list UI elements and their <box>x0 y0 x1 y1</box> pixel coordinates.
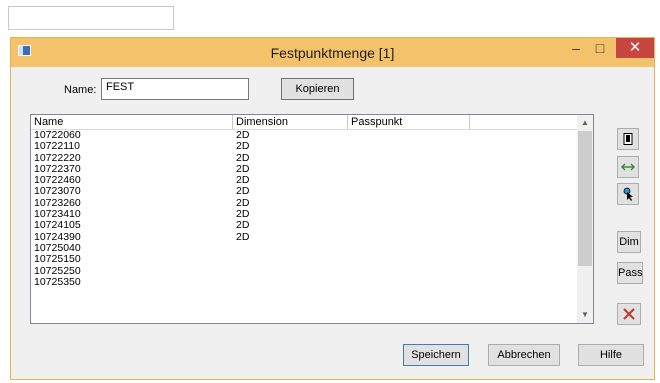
column-header-name[interactable]: Name <box>31 115 233 129</box>
cell-name: 10725350 <box>34 275 81 288</box>
scroll-thumb[interactable] <box>578 131 592 266</box>
table-row[interactable]: 10722370 2D <box>31 163 578 175</box>
hilfe-button[interactable]: Hilfe <box>578 344 644 366</box>
scroll-up-arrow-icon[interactable]: ▲ <box>577 117 593 129</box>
dialog-window: Festpunktmenge [1] ‒ □ ✕ Name: FEST Kopi… <box>10 37 655 380</box>
document-button[interactable] <box>617 128 639 150</box>
arrows-horizontal-icon <box>621 163 635 171</box>
name-label: Name: <box>64 84 97 96</box>
pass-button[interactable]: Pass <box>617 262 643 284</box>
table-row[interactable]: 10722110 2D <box>31 140 578 153</box>
table-row[interactable]: 10723260 2D <box>31 197 578 209</box>
table-row[interactable]: 10724390 2D <box>31 230 578 243</box>
cell-name: 10725150 <box>34 253 81 266</box>
table-row[interactable]: 10725250 <box>31 265 578 277</box>
close-button[interactable]: ✕ <box>616 38 654 58</box>
pointer-icon <box>623 187 633 201</box>
kopieren-button[interactable]: Kopieren <box>281 78 354 100</box>
dim-button[interactable]: Dim <box>617 231 641 253</box>
table-row[interactable]: 10723410 2D <box>31 208 578 220</box>
table-row[interactable]: 10725040 <box>31 242 578 254</box>
list-rows: 10722060 2D 10722110 2D 10722220 2D 1072237… <box>31 129 578 288</box>
cell-name: 10724105 <box>34 219 81 232</box>
table-row[interactable]: 10725350 <box>31 275 578 288</box>
cell-dimension: 2D <box>236 230 250 243</box>
cell-dimension: 2D <box>236 140 250 153</box>
abbrechen-button[interactable]: Abbrechen <box>488 344 560 366</box>
column-header-dimension[interactable]: Dimension <box>233 115 348 129</box>
scroll-down-arrow-icon[interactable]: ▼ <box>577 309 593 321</box>
cell-dimension: 2D <box>236 219 250 232</box>
maximize-button[interactable]: □ <box>589 38 611 58</box>
speichern-button[interactable]: Speichern <box>403 344 469 366</box>
table-row[interactable]: 10724105 2D <box>31 219 578 232</box>
cell-name: 10722110 <box>34 140 80 153</box>
vertical-scrollbar[interactable]: ▲ ▼ <box>577 115 593 323</box>
table-row[interactable]: 10722220 2D <box>31 152 578 164</box>
list-header: Name Dimension Passpunkt <box>31 115 578 130</box>
x-icon <box>623 308 635 320</box>
table-row[interactable]: 10722060 2D <box>31 129 578 141</box>
point-list[interactable]: Name Dimension Passpunkt 10722060 2D 1072… <box>30 114 594 324</box>
column-header-passpunkt[interactable]: Passpunkt <box>348 115 470 129</box>
pointer-button[interactable] <box>617 183 639 205</box>
document-icon <box>623 133 633 145</box>
arrows-horizontal-button[interactable] <box>617 156 639 178</box>
table-row[interactable]: 10725150 <box>31 253 578 266</box>
minimize-button[interactable]: ‒ <box>565 38 587 58</box>
name-input[interactable]: FEST <box>101 78 249 100</box>
title-bar: Festpunktmenge [1] ‒ □ ✕ <box>11 38 654 67</box>
top-input-box[interactable] <box>8 6 174 30</box>
window-title: Festpunktmenge [1] <box>270 45 395 61</box>
delete-button[interactable] <box>617 303 641 325</box>
table-row[interactable]: 10722460 2D <box>31 174 578 186</box>
column-header-empty <box>470 115 578 129</box>
table-row[interactable]: 10723070 2D <box>31 186 578 198</box>
